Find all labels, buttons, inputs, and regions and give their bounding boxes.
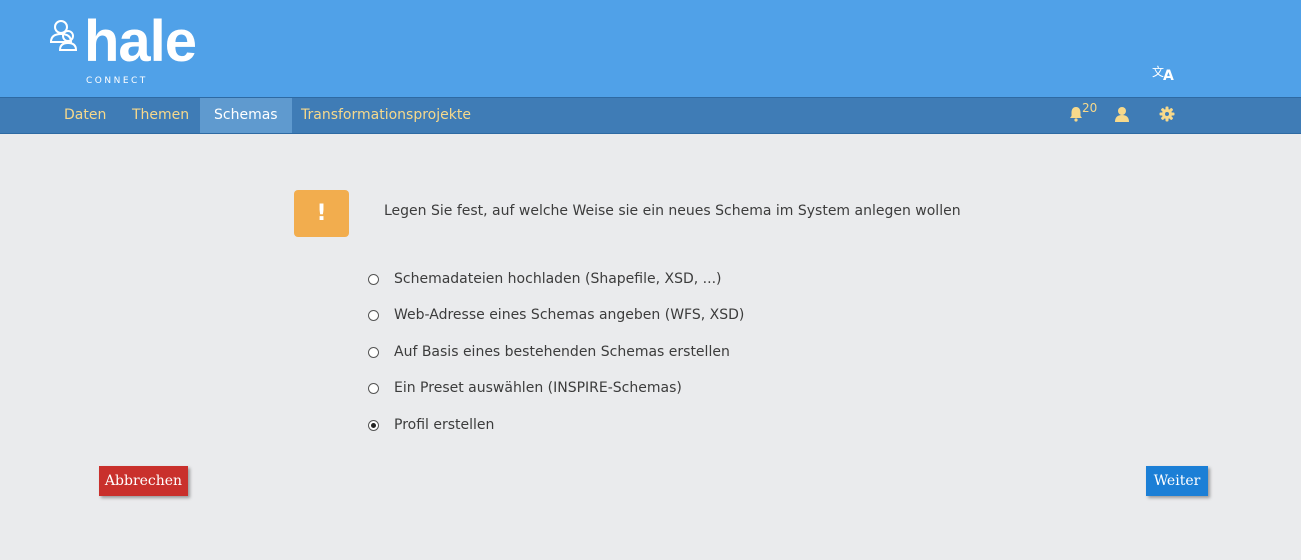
option-upload-files[interactable]: Schemadateien hochladen (Shapefile, XSD,… — [368, 269, 721, 289]
nav-item-themen[interactable]: Themen — [118, 98, 203, 133]
option-create-profile[interactable]: Profil erstellen — [368, 415, 494, 435]
app-header: hale CONNECT 文 A — [0, 0, 1301, 97]
option-web-address[interactable]: Web-Adresse eines Schemas angeben (WFS, … — [368, 305, 744, 325]
option-label: Web-Adresse eines Schemas angeben (WFS, … — [394, 307, 745, 323]
translate-icon[interactable]: 文 A — [1152, 60, 1176, 82]
option-label: Auf Basis eines bestehenden Schemas erst… — [394, 344, 730, 360]
radio-existing-schema[interactable] — [368, 346, 379, 358]
hale-connect-logo[interactable]: hale CONNECT — [48, 10, 198, 92]
nav-item-daten[interactable]: Daten — [50, 98, 120, 133]
logo-subtext: CONNECT — [86, 76, 148, 86]
notification-count: 20 — [1082, 101, 1098, 115]
option-preset[interactable]: Ein Preset auswählen (INSPIRE-Schemas) — [368, 378, 682, 398]
next-button[interactable]: Weiter — [1146, 466, 1208, 496]
option-label: Profil erstellen — [394, 417, 495, 433]
radio-web-address[interactable] — [368, 309, 379, 321]
radio-create-profile[interactable] — [368, 419, 379, 431]
prompt-text: Legen Sie fest, auf welche Weise sie ein… — [384, 203, 961, 219]
option-label: Ein Preset auswählen (INSPIRE-Schemas) — [394, 380, 682, 396]
user-icon[interactable] — [1114, 106, 1130, 122]
main-nav: Daten Themen Schemas Transformationsproj… — [0, 97, 1301, 134]
warning-icon: ! — [294, 190, 349, 237]
bell-icon[interactable] — [1069, 106, 1083, 122]
nav-item-schemas[interactable]: Schemas — [200, 98, 292, 133]
radio-preset[interactable] — [368, 382, 379, 394]
logo-wordmark: hale — [84, 9, 197, 74]
option-label: Schemadateien hochladen (Shapefile, XSD,… — [394, 271, 722, 287]
svg-text:A: A — [1163, 68, 1174, 82]
users-icon — [49, 20, 78, 51]
gear-icon[interactable] — [1159, 106, 1175, 122]
nav-item-transformationsprojekte[interactable]: Transformationsprojekte — [287, 98, 485, 133]
option-existing-schema[interactable]: Auf Basis eines bestehenden Schemas erst… — [368, 342, 730, 362]
cancel-button[interactable]: Abbrechen — [99, 466, 188, 496]
radio-upload-files[interactable] — [368, 273, 379, 285]
